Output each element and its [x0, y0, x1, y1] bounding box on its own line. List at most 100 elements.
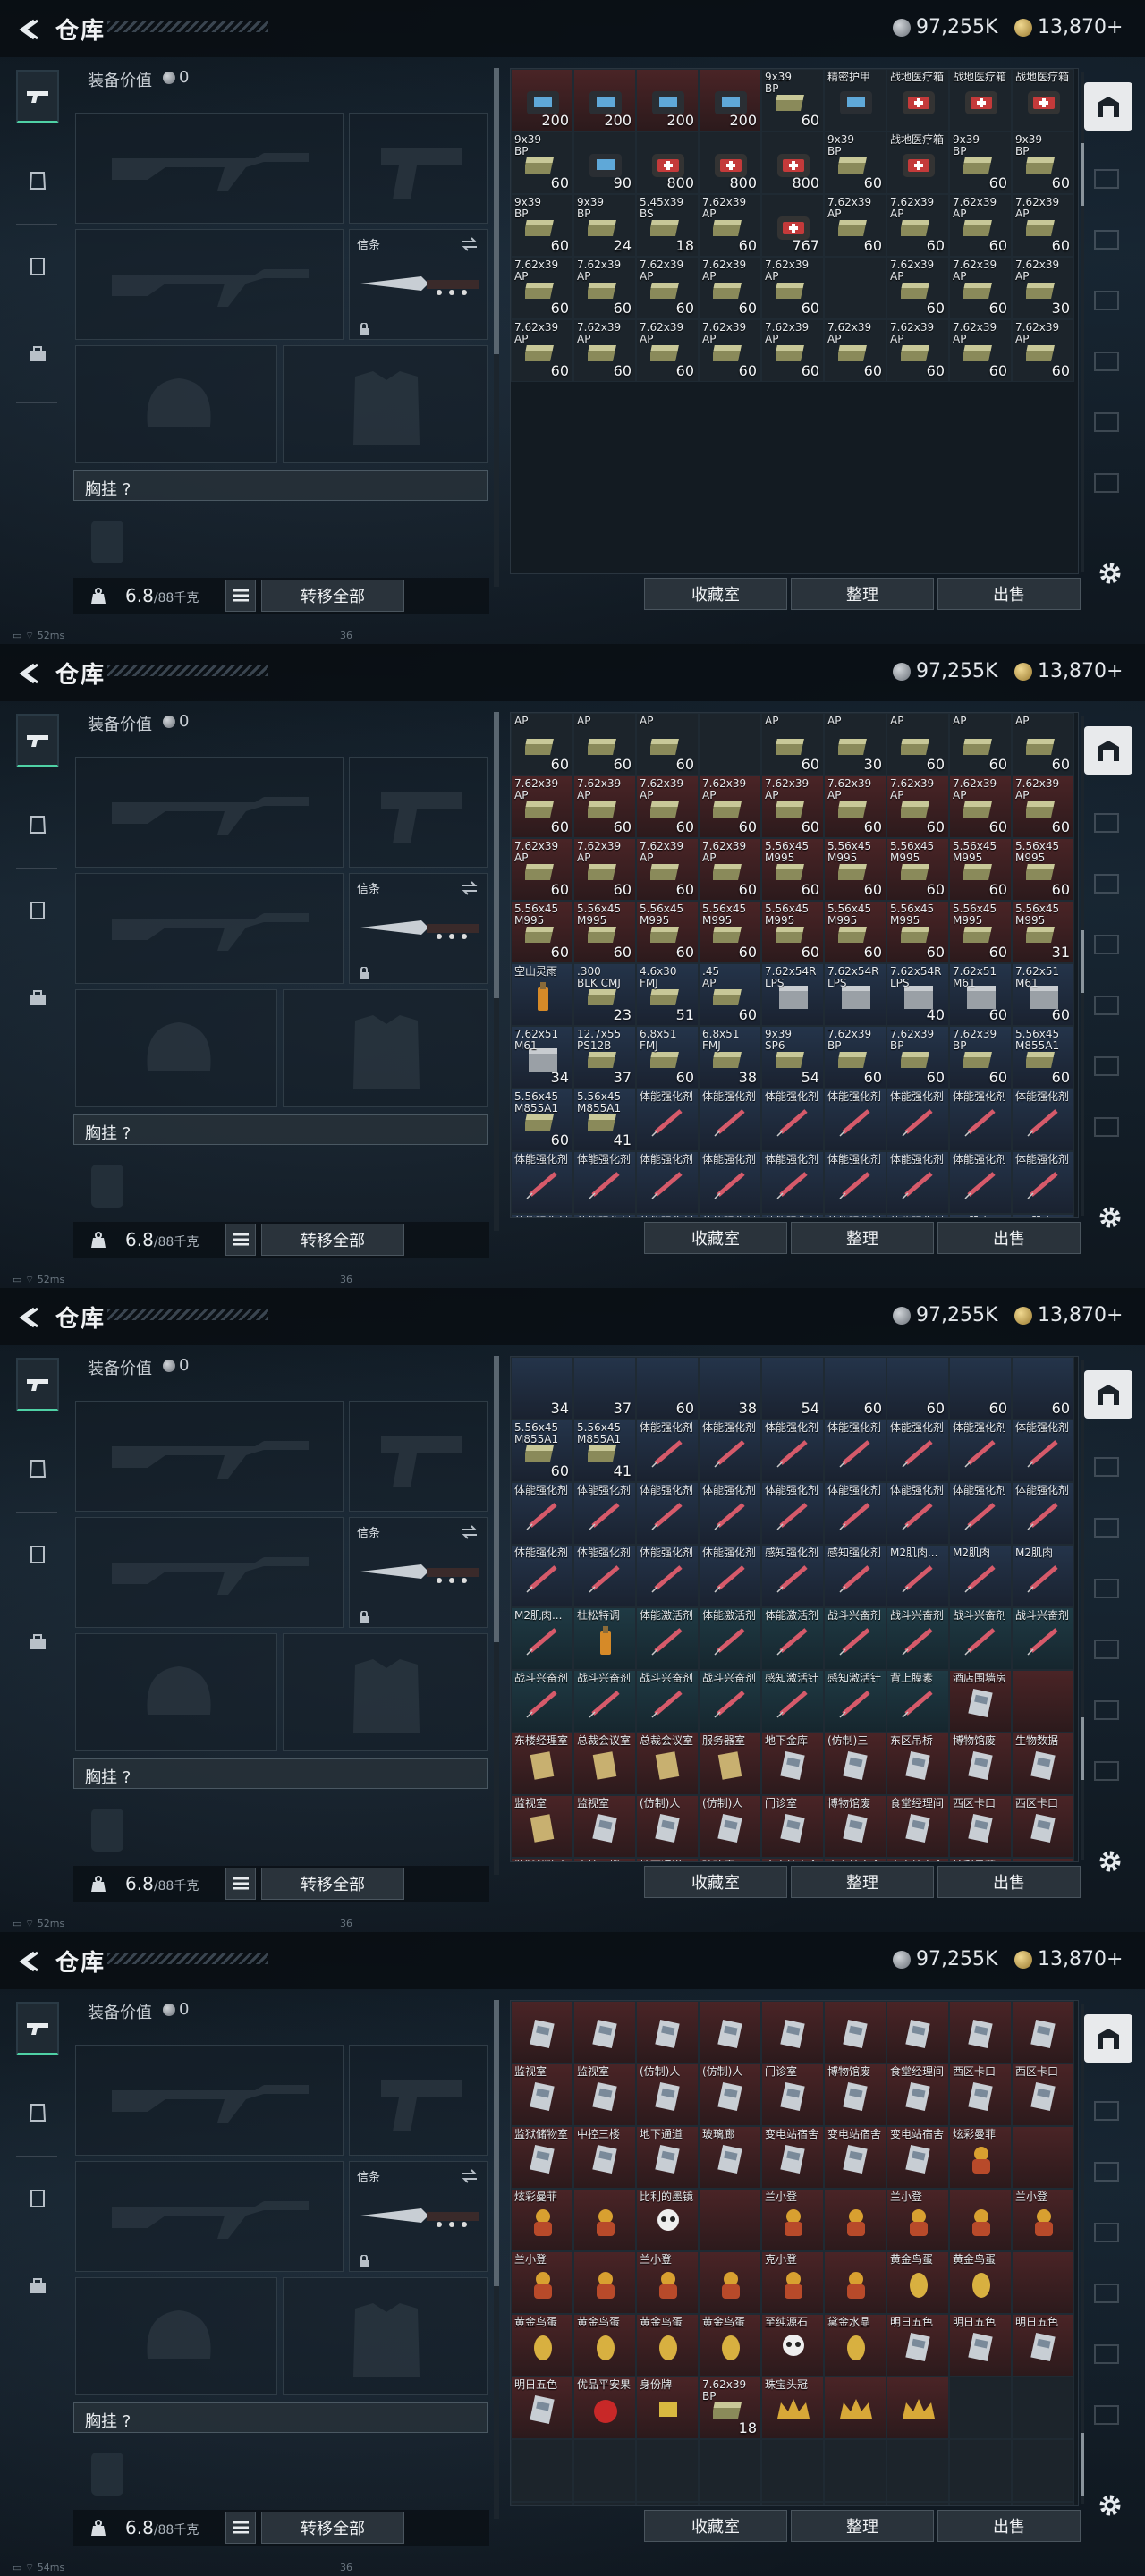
- inventory-item[interactable]: AP 60: [573, 713, 636, 775]
- helmet-slot[interactable]: [75, 1633, 277, 1751]
- inventory-item[interactable]: 9x39 SP6 54: [761, 1026, 824, 1089]
- inventory-item[interactable]: 体能强化剂: [949, 1151, 1012, 1214]
- inventory-item[interactable]: 明日五色: [1012, 2314, 1074, 2377]
- sell-button[interactable]: 出售: [937, 578, 1081, 610]
- inventory-item[interactable]: 200: [636, 69, 699, 131]
- inventory-item[interactable]: 7.62x51 M61 34: [511, 1026, 573, 1089]
- sell-button[interactable]: 出售: [937, 2510, 1081, 2542]
- inventory-item[interactable]: 60: [886, 1357, 949, 1419]
- primary-weapon-slot[interactable]: [75, 2045, 344, 2156]
- inventory-item[interactable]: 体能强化剂: [1012, 1151, 1074, 1214]
- storage-tab-2[interactable]: [1093, 2159, 1120, 2184]
- inventory-item[interactable]: 至纯源石: [761, 2314, 824, 2377]
- nav-backpack[interactable]: [16, 971, 59, 1025]
- inventory-item[interactable]: 体能强化剂: [636, 1089, 699, 1151]
- inventory-item[interactable]: 体能强化剂: [824, 1214, 886, 1217]
- inventory-item[interactable]: 体能强化剂: [636, 1214, 699, 1217]
- inventory-item[interactable]: 战斗兴奋剂: [573, 1670, 636, 1733]
- transfer-all-button[interactable]: 转移全部: [261, 1868, 404, 1900]
- inventory-item[interactable]: M2肌肉: [949, 1545, 1012, 1607]
- inventory-item[interactable]: [511, 2001, 573, 2063]
- inventory-item[interactable]: 6.8x51 FMJ 38: [699, 1026, 761, 1089]
- inventory-item[interactable]: 4.6x30 FMJ 51: [636, 963, 699, 1026]
- backpack-slot[interactable]: [75, 506, 489, 576]
- warehouse-tab[interactable]: [1084, 726, 1132, 775]
- armor-slot[interactable]: [283, 345, 488, 463]
- inventory-item[interactable]: 体能激活剂: [699, 1607, 761, 1670]
- inventory-item[interactable]: 体能强化剂: [636, 1482, 699, 1545]
- inventory-item[interactable]: 珠宝头冠: [761, 2377, 824, 2439]
- swap-icon[interactable]: [461, 881, 479, 895]
- inventory-item[interactable]: 7.62x54R LPS: [761, 963, 824, 1026]
- inventory-item[interactable]: 战地医疗箱: [949, 69, 1012, 131]
- inventory-item[interactable]: 战地医疗箱: [886, 131, 949, 194]
- inventory-item[interactable]: 东楼经理室: [511, 1733, 573, 1795]
- inventory-item[interactable]: 体能强化剂: [824, 1089, 886, 1151]
- inventory-item[interactable]: 7.62x39 AP 60: [573, 319, 636, 382]
- inventory-item[interactable]: AP 60: [886, 713, 949, 775]
- inventory-item[interactable]: AP 60: [511, 713, 573, 775]
- storage-tab-6[interactable]: [1093, 470, 1120, 496]
- inventory-item[interactable]: 兰小登: [886, 2189, 949, 2251]
- inventory-item[interactable]: 杜松特调: [573, 1607, 636, 1670]
- inventory-item[interactable]: 7.62x39 AP 60: [699, 775, 761, 838]
- inventory-item[interactable]: AP 60: [949, 713, 1012, 775]
- inventory-item[interactable]: 7.62x39 AP 60: [761, 775, 824, 838]
- inventory-item[interactable]: 兰小登: [1012, 2189, 1074, 2251]
- inventory-item[interactable]: 7.62x39 AP 60: [949, 194, 1012, 257]
- storage-tab-4[interactable]: [1093, 2281, 1120, 2306]
- inventory-item[interactable]: 9x39 BP 60: [1012, 131, 1074, 194]
- backpack-slot[interactable]: [75, 1150, 489, 1220]
- pistol-slot[interactable]: [349, 113, 488, 224]
- inventory-item[interactable]: 7.62x39 AP 60: [699, 194, 761, 257]
- inventory-item[interactable]: 明日五色: [886, 2314, 949, 2377]
- inventory-item[interactable]: 5.56x45 M995 60: [1012, 838, 1074, 901]
- inventory-item[interactable]: 总裁会议室: [636, 1733, 699, 1795]
- inventory-item[interactable]: 地下金库: [761, 1733, 824, 1795]
- gear-icon[interactable]: [1097, 560, 1124, 587]
- inventory-item[interactable]: 体能强化剂: [511, 1545, 573, 1607]
- inventory-item[interactable]: 体能强化剂: [699, 1482, 761, 1545]
- nav-vest[interactable]: [16, 2172, 59, 2225]
- armor-slot[interactable]: [283, 989, 488, 1107]
- inventory-item[interactable]: 7.62x39 AP 60: [824, 775, 886, 838]
- inventory-item[interactable]: AP 60: [761, 713, 824, 775]
- secondary-weapon-slot[interactable]: [75, 2161, 344, 2272]
- chest-rig-slot[interactable]: 胸挂 ?: [73, 1758, 488, 1789]
- chest-rig-slot[interactable]: 胸挂 ?: [73, 470, 488, 501]
- inventory-item[interactable]: 明日五色: [949, 2314, 1012, 2377]
- inventory-item[interactable]: 感知强化剂: [761, 1545, 824, 1607]
- inventory-item[interactable]: 生物数据: [1012, 1733, 1074, 1795]
- inventory-item[interactable]: 变电站宿舍: [824, 2126, 886, 2189]
- inventory-item[interactable]: M2肌肉...: [886, 1545, 949, 1607]
- inventory-item[interactable]: 体能激活剂: [761, 1607, 824, 1670]
- inventory-item[interactable]: 5.56x45 M995 60: [636, 901, 699, 963]
- nav-weapons[interactable]: [16, 1358, 59, 1411]
- inventory-item[interactable]: 中控三楼: [573, 2126, 636, 2189]
- inventory-item[interactable]: 监视室: [511, 2063, 573, 2126]
- storage-tab-1[interactable]: [1093, 1454, 1120, 1479]
- inventory-item[interactable]: 变电站宿舍: [761, 1858, 824, 1861]
- inventory-item[interactable]: [824, 2251, 886, 2314]
- gear-icon[interactable]: [1097, 2492, 1124, 2519]
- inventory-item[interactable]: 60: [949, 1357, 1012, 1419]
- inventory-item[interactable]: 玻璃廊: [699, 2126, 761, 2189]
- storage-tab-1[interactable]: [1093, 2098, 1120, 2123]
- inventory-item[interactable]: 体能强化剂: [886, 1419, 949, 1482]
- back-arrow-icon[interactable]: [16, 662, 39, 685]
- inventory-item[interactable]: 7.62x39 BP 18: [699, 2377, 761, 2439]
- inventory-item[interactable]: 体能强化剂: [886, 1214, 949, 1217]
- melee-slot[interactable]: 信条: [349, 1517, 488, 1628]
- inventory-item[interactable]: 变电站宿舍: [886, 1858, 949, 1861]
- inventory-item[interactable]: 体能强化剂: [949, 1089, 1012, 1151]
- inventory-item[interactable]: 800: [699, 131, 761, 194]
- back-arrow-icon[interactable]: [16, 1950, 39, 1973]
- sell-button[interactable]: 出售: [937, 1222, 1081, 1254]
- inventory-item[interactable]: 明日五色: [511, 2377, 573, 2439]
- inventory-item[interactable]: 90: [573, 131, 636, 194]
- inventory-item[interactable]: 战地医疗箱: [886, 69, 949, 131]
- inventory-item[interactable]: 地下通道: [636, 1858, 699, 1861]
- inventory-item[interactable]: 7.62x39 AP 60: [761, 257, 824, 319]
- inventory-item[interactable]: 黄金鸟蛋: [949, 2251, 1012, 2314]
- inventory-item[interactable]: 9x39 BP 60: [511, 131, 573, 194]
